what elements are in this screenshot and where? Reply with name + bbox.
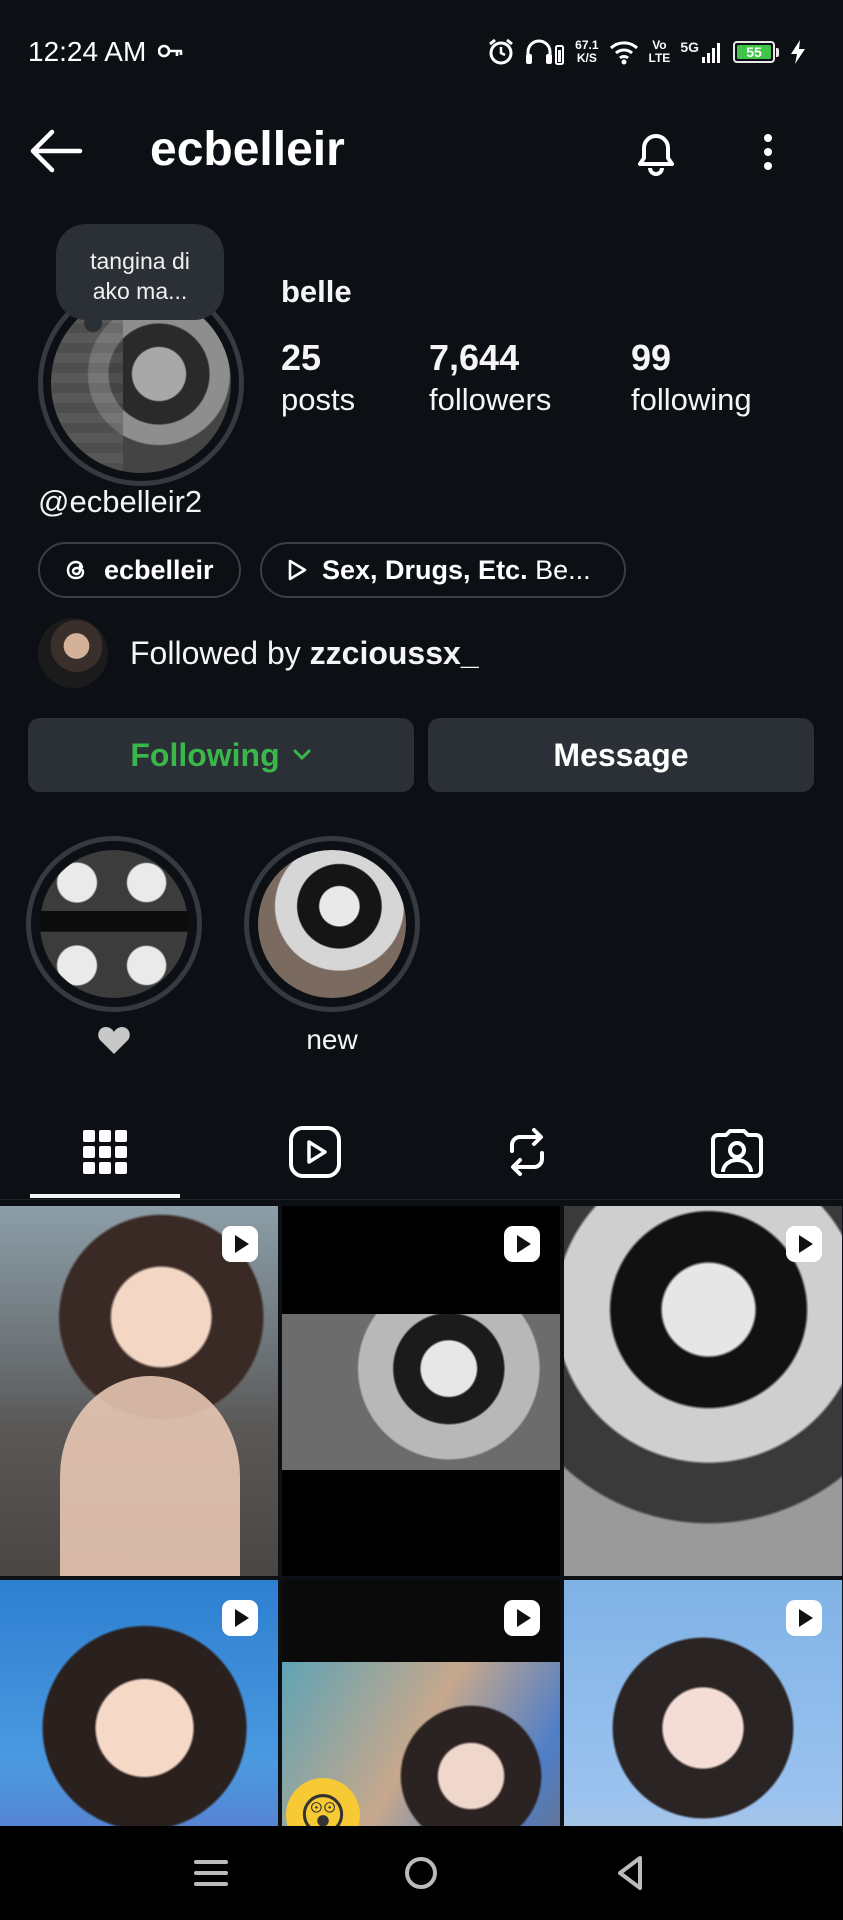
- highlight-item[interactable]: [26, 836, 202, 1058]
- home-icon[interactable]: [396, 1848, 446, 1898]
- mutual-follower-avatar: [38, 618, 108, 688]
- system-navigation-bar: [0, 1826, 843, 1920]
- highlight-cover: [258, 850, 406, 998]
- music-chip-title: Sex, Drugs, Etc.: [322, 554, 528, 585]
- chevron-down-icon: [293, 749, 311, 761]
- following-button[interactable]: Following: [28, 718, 414, 792]
- profile-note-bubble[interactable]: tangina di ako ma...: [56, 224, 224, 332]
- cell-signal-icon: 5G: [680, 40, 723, 64]
- music-chip-artist: Be...: [527, 554, 591, 585]
- active-tab-indicator: [30, 1194, 180, 1198]
- posts-label: posts: [281, 382, 356, 417]
- recent-apps-icon[interactable]: [186, 1848, 236, 1898]
- reel-badge-icon: [786, 1226, 822, 1262]
- message-button[interactable]: Message: [428, 718, 814, 792]
- grid-post[interactable]: [0, 1206, 278, 1576]
- repost-icon: [510, 1128, 544, 1176]
- status-bar: 12:24 AM 67.1 K/S Vo LTE 5G 55: [0, 0, 843, 106]
- highlight-label: [26, 1022, 202, 1058]
- followed-by-prefix: Followed by: [130, 634, 310, 671]
- play-outline-icon: [288, 559, 307, 581]
- wifi-icon: [609, 41, 638, 65]
- grid-post[interactable]: [564, 1580, 842, 1826]
- followed-by-row[interactable]: Followed by zzcioussx_: [38, 618, 479, 688]
- tagged-icon: [711, 1129, 763, 1178]
- more-options-icon[interactable]: [748, 126, 788, 178]
- display-name: belle: [281, 274, 352, 309]
- tab-posts[interactable]: [30, 1104, 180, 1200]
- highlight-cover: [40, 850, 188, 998]
- vpn-key-icon: [158, 44, 183, 58]
- grid-post[interactable]: 😲: [282, 1580, 560, 1826]
- profile-header: ecbelleir: [0, 106, 843, 196]
- alarm-icon: [489, 38, 514, 65]
- back-arrow-icon[interactable]: [28, 128, 84, 174]
- threads-icon: [66, 560, 85, 580]
- profile-tabs: [0, 1104, 843, 1200]
- posts-stat[interactable]: 25 posts: [281, 336, 355, 420]
- highlight-item[interactable]: new: [244, 836, 420, 1058]
- followed-by-text: Followed by zzcioussx_: [130, 635, 479, 672]
- following-button-label: Following: [130, 736, 280, 773]
- followed-by-user: zzcioussx_: [309, 634, 479, 671]
- music-chip-label: Sex, Drugs, Etc. Be...: [322, 555, 591, 586]
- following-label: following: [631, 382, 752, 417]
- tab-reposts[interactable]: [452, 1104, 602, 1200]
- followers-count: 7,644: [429, 337, 520, 378]
- followers-label: followers: [429, 382, 552, 417]
- profile-username-title: ecbelleir: [150, 123, 345, 176]
- threads-chip[interactable]: ecbelleir: [38, 542, 241, 598]
- tab-reels[interactable]: [240, 1104, 390, 1200]
- threads-handle-link[interactable]: @ecbelleir2: [38, 484, 202, 520]
- reel-badge-icon: [222, 1600, 258, 1636]
- reel-badge-icon: [504, 1600, 540, 1636]
- followers-stat[interactable]: 7,644 followers: [429, 336, 551, 420]
- heart-icon: [98, 1027, 130, 1054]
- battery-level: 55: [737, 45, 771, 59]
- reel-badge-icon: [786, 1600, 822, 1636]
- message-button-label: Message: [553, 736, 689, 773]
- posts-count: 25: [281, 337, 322, 378]
- grid-post[interactable]: [282, 1206, 560, 1576]
- threads-chip-label: ecbelleir: [104, 554, 214, 585]
- profile-note-text: tangina di ako ma...: [90, 248, 190, 304]
- charging-icon: [791, 40, 805, 64]
- following-count: 99: [631, 337, 672, 378]
- grid-icon: [83, 1130, 127, 1174]
- grid-post[interactable]: [0, 1580, 278, 1826]
- reels-icon: [289, 1126, 341, 1178]
- network-speed: 67.1 K/S: [575, 38, 599, 65]
- following-stat[interactable]: 99 following: [631, 336, 752, 420]
- avatar-image: [51, 293, 231, 473]
- grid-post[interactable]: [564, 1206, 842, 1576]
- headphones-battery-icon: [526, 39, 565, 65]
- music-chip[interactable]: Sex, Drugs, Etc. Be...: [260, 542, 626, 598]
- volte-indicator: Vo LTE: [648, 38, 671, 65]
- posts-grid: 😲: [0, 1206, 843, 1826]
- bell-icon[interactable]: [628, 124, 684, 180]
- status-time: 12:24 AM: [28, 36, 147, 67]
- reel-badge-icon: [504, 1226, 540, 1262]
- tab-tagged[interactable]: [662, 1104, 812, 1200]
- highlight-label: new: [306, 1024, 358, 1055]
- threads-handle-text: @ecbelleir2: [38, 484, 203, 519]
- system-back-icon[interactable]: [606, 1848, 656, 1898]
- battery-indicator: 55: [733, 41, 779, 63]
- reel-badge-icon: [222, 1226, 258, 1262]
